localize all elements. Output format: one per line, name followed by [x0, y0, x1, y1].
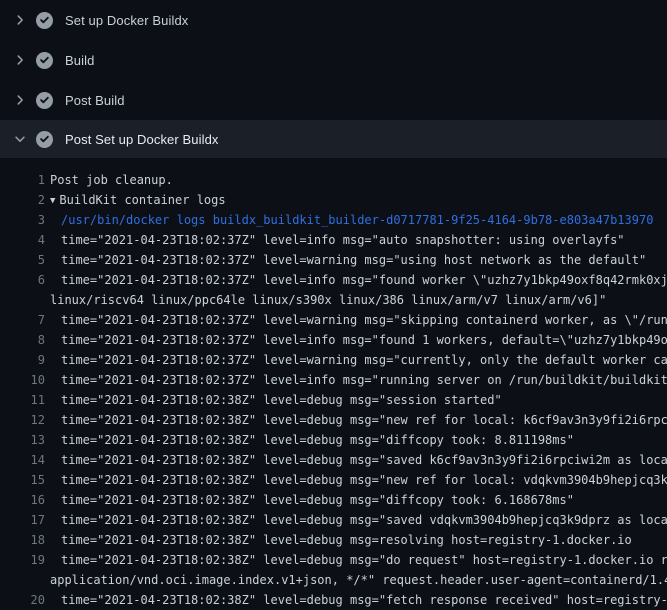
log-line-text: time="2021-04-23T18:02:38Z" level=debug …: [61, 510, 667, 530]
log-line-number[interactable]: 1: [0, 170, 45, 190]
step-title: Post Build: [65, 93, 125, 108]
log-line: 12 time="2021-04-23T18:02:38Z" level=debu…: [0, 410, 667, 430]
log-line-text: Post job cleanup.: [50, 170, 173, 190]
log-line: 6 time="2021-04-23T18:02:37Z" level=info …: [0, 270, 667, 290]
log-line-number: [0, 290, 45, 310]
log-line-number[interactable]: 14: [0, 450, 45, 470]
log-line-text: time="2021-04-23T18:02:38Z" level=debug …: [61, 550, 667, 570]
log-line: 2 ▼ BuildKit container logs: [0, 190, 667, 210]
log-line-text: time="2021-04-23T18:02:37Z" level=info m…: [61, 270, 667, 290]
log-line-number[interactable]: 7: [0, 310, 45, 330]
log-line-number[interactable]: 15: [0, 470, 45, 490]
log-line: 15 time="2021-04-23T18:02:38Z" level=debu…: [0, 470, 667, 490]
log-line-text: time="2021-04-23T18:02:37Z" level=info m…: [61, 330, 667, 350]
log-line-number[interactable]: 10: [0, 370, 45, 390]
log-line-text: time="2021-04-23T18:02:37Z" level=warnin…: [61, 310, 667, 330]
log-line: 14 time="2021-04-23T18:02:38Z" level=debu…: [0, 450, 667, 470]
check-circle-icon: [36, 92, 53, 109]
log-line: 20 time="2021-04-23T18:02:38Z" level=debu…: [0, 590, 667, 610]
log-line: 7 time="2021-04-23T18:02:37Z" level=warni…: [0, 310, 667, 330]
log-line-text: time="2021-04-23T18:02:37Z" level=warnin…: [61, 350, 667, 370]
log-line: 9 time="2021-04-23T18:02:37Z" level=warni…: [0, 350, 667, 370]
log-line: 3/usr/bin/docker logs buildx_buildkit_bu…: [0, 210, 667, 230]
log-line: 13 time="2021-04-23T18:02:38Z" level=debu…: [0, 430, 667, 450]
log-line-number[interactable]: 13: [0, 430, 45, 450]
log-line-text: time="2021-04-23T18:02:38Z" level=debug …: [61, 430, 574, 450]
step-title: Set up Docker Buildx: [65, 13, 188, 28]
steps-list: Set up Docker Buildx Build Post Build Post …: [0, 0, 667, 158]
log-line-text: linux/riscv64 linux/ppc64le linux/s390x …: [50, 290, 606, 310]
log-line-text: time="2021-04-23T18:02:38Z" level=debug …: [61, 490, 574, 510]
log-line-number[interactable]: 12: [0, 410, 45, 430]
log-line-text: time="2021-04-23T18:02:38Z" level=debug …: [61, 590, 667, 610]
log-line-number[interactable]: 5: [0, 250, 45, 270]
log-line-text: application/vnd.oci.image.index.v1+json,…: [50, 570, 667, 590]
log-line-number[interactable]: 6: [0, 270, 45, 290]
log-line-number: [0, 570, 45, 590]
log-line-number[interactable]: 9: [0, 350, 45, 370]
chevron-right-icon: [12, 12, 28, 28]
log-lines: 1Post job cleanup.2 ▼ BuildKit container l…: [0, 158, 667, 600]
step-header[interactable]: Build: [0, 40, 667, 80]
log-line: 10 time="2021-04-23T18:02:37Z" level=info…: [0, 370, 667, 390]
log-line: 17 time="2021-04-23T18:02:38Z" level=debu…: [0, 510, 667, 530]
log-line: application/vnd.oci.image.index.v1+json,…: [0, 570, 667, 590]
log-line: linux/riscv64 linux/ppc64le linux/s390x …: [0, 290, 667, 310]
step-title: Post Set up Docker Buildx: [65, 132, 219, 147]
log-line-number[interactable]: 19: [0, 550, 45, 570]
check-circle-icon: [36, 131, 53, 148]
log-line: 11 time="2021-04-23T18:02:38Z" level=debu…: [0, 390, 667, 410]
log-line-text: time="2021-04-23T18:02:37Z" level=info m…: [61, 230, 625, 250]
log-group-label: BuildKit container logs: [59, 193, 225, 207]
log-line-text: time="2021-04-23T18:02:38Z" level=debug …: [61, 410, 667, 430]
log-line-text: time="2021-04-23T18:02:37Z" level=warnin…: [61, 250, 646, 270]
chevron-down-icon: [12, 131, 28, 147]
log-line-number[interactable]: 16: [0, 490, 45, 510]
log-line-text: time="2021-04-23T18:02:38Z" level=debug …: [61, 530, 632, 550]
log-line-number[interactable]: 3: [0, 210, 45, 230]
log-line: 1Post job cleanup.: [0, 170, 667, 190]
chevron-right-icon: [12, 52, 28, 68]
step-header-expanded[interactable]: Post Set up Docker Buildx: [0, 120, 667, 158]
log-line-number[interactable]: 20: [0, 590, 45, 610]
log-line: 4 time="2021-04-23T18:02:37Z" level=info …: [0, 230, 667, 250]
log-line-number[interactable]: 17: [0, 510, 45, 530]
step-title: Build: [65, 53, 94, 68]
log-command-text: /usr/bin/docker logs buildx_buildkit_bui…: [61, 210, 653, 230]
log-line-number[interactable]: 11: [0, 390, 45, 410]
log-line-text: time="2021-04-23T18:02:38Z" level=debug …: [61, 390, 502, 410]
log-group-toggle[interactable]: ▼ BuildKit container logs: [50, 190, 226, 210]
log-line: 19 time="2021-04-23T18:02:38Z" level=debu…: [0, 550, 667, 570]
check-circle-icon: [36, 52, 53, 69]
log-line: 16 time="2021-04-23T18:02:38Z" level=debu…: [0, 490, 667, 510]
log-line: 5 time="2021-04-23T18:02:37Z" level=warni…: [0, 250, 667, 270]
log-line-text: time="2021-04-23T18:02:38Z" level=debug …: [61, 450, 667, 470]
step-header[interactable]: Post Build: [0, 80, 667, 120]
log-line-number[interactable]: 4: [0, 230, 45, 250]
log-line-number[interactable]: 8: [0, 330, 45, 350]
step-header[interactable]: Set up Docker Buildx: [0, 0, 667, 40]
log-line: 8 time="2021-04-23T18:02:37Z" level=info …: [0, 330, 667, 350]
log-line-number[interactable]: 2: [0, 190, 45, 210]
log-line-text: time="2021-04-23T18:02:37Z" level=info m…: [61, 370, 667, 390]
check-circle-icon: [36, 12, 53, 29]
group-expanded-triangle-icon: ▼: [50, 191, 55, 210]
chevron-right-icon: [12, 92, 28, 108]
log-line-text: time="2021-04-23T18:02:38Z" level=debug …: [61, 470, 667, 490]
log-line: 18 time="2021-04-23T18:02:38Z" level=debu…: [0, 530, 667, 550]
log-line-number[interactable]: 18: [0, 530, 45, 550]
